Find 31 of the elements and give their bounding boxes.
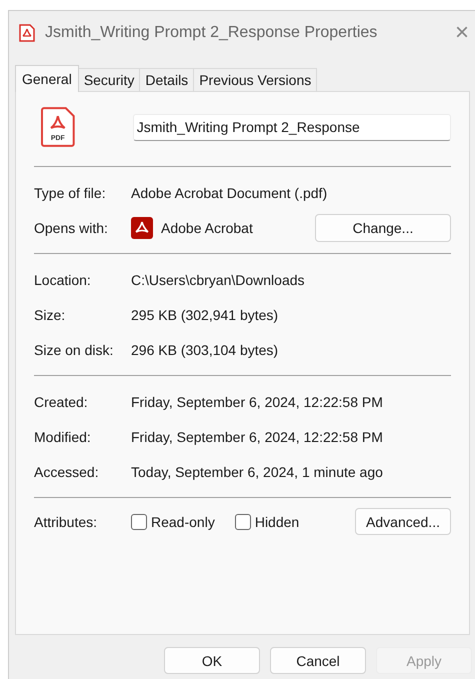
property-label: Attributes: [34, 514, 98, 530]
property-value: Friday, September 6, 2024, 12:22:58 PM [131, 394, 383, 410]
checkbox[interactable]: Read-only [131, 514, 215, 530]
file-name-field[interactable]: Jsmith_Writing Prompt 2_Response [132, 114, 451, 140]
tab[interactable]: Previous Versions [193, 68, 318, 91]
property-value: Adobe Acrobat Document (.pdf) [131, 184, 328, 200]
dialog-button[interactable]: OK [164, 647, 260, 674]
tab[interactable]: General [15, 65, 79, 92]
property-value: Friday, September 6, 2024, 12:22:58 PM [131, 428, 383, 444]
property-label: Opens with: [34, 220, 109, 236]
acrobat-icon [131, 216, 153, 238]
tab[interactable]: Security [78, 68, 140, 91]
property-label: Location: [34, 272, 92, 288]
property-label: Size: [34, 306, 66, 322]
pdf-file-icon [19, 24, 35, 42]
property-value: 296 KB (303,104 bytes) [131, 342, 278, 358]
property-label: Type of file: [34, 184, 107, 200]
property-value: C:\Users\cbryan\Downloads [131, 272, 305, 288]
property-label: Created: [34, 394, 89, 410]
property-value: Adobe Acrobat [161, 220, 253, 236]
pdf-file-icon [41, 107, 75, 147]
property-value: Today, September 6, 2024, 1 minute ago [131, 464, 383, 480]
change-button[interactable]: Change... [315, 214, 451, 242]
property-label: Size on disk: [34, 342, 114, 358]
checkbox[interactable]: Hidden [234, 514, 300, 530]
dialog-button[interactable]: Cancel [270, 647, 366, 674]
property-label: Modified: [34, 428, 92, 444]
window-title: Jsmith_Writing Prompt 2_Response Properties [45, 24, 378, 42]
property-value: 295 KB (302,941 bytes) [131, 306, 278, 322]
advanced-button[interactable]: Advanced... [355, 508, 451, 535]
property-label: Accessed: [34, 464, 100, 480]
